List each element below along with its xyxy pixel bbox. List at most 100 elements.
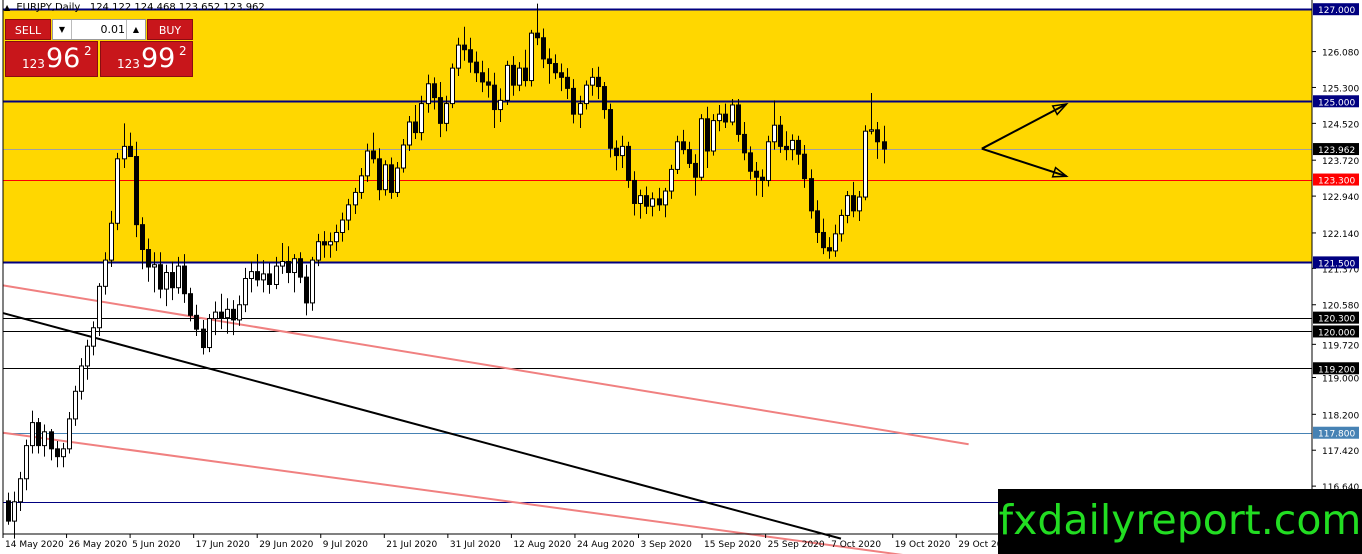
candle-body — [863, 130, 868, 198]
price-chart[interactable]: 127.650126.080125.300124.520123.720122.9… — [0, 0, 1362, 554]
candle-body — [322, 241, 327, 246]
candle-body — [547, 58, 552, 65]
x-tick-label: 21 Jul 2020 — [386, 540, 437, 550]
candle-body — [42, 431, 47, 447]
candle-body — [310, 259, 315, 304]
sell-price-box[interactable]: 123 96 2 — [5, 41, 98, 77]
x-tick-label: 14 May 2020 — [5, 540, 64, 550]
candle-body — [584, 84, 589, 105]
x-tick-label: 12 Aug 2020 — [513, 540, 571, 550]
candle-body — [194, 314, 199, 330]
level-label-text: 121.500 — [1318, 259, 1355, 269]
candle-body — [55, 448, 60, 458]
x-tick-label: 17 Jun 2020 — [196, 540, 250, 550]
candle-body — [687, 149, 692, 164]
candle-body — [146, 249, 151, 268]
candle-body — [675, 141, 680, 170]
candle-body — [705, 118, 710, 152]
candle-body — [523, 67, 528, 82]
candle-body — [736, 104, 741, 135]
candle-body — [280, 260, 285, 267]
candle-body — [407, 121, 412, 146]
candle-body — [644, 195, 649, 207]
candle-body — [353, 191, 358, 206]
candle-body — [158, 264, 163, 290]
candle-body — [632, 179, 637, 204]
candle-body — [784, 145, 789, 151]
lot-size-value[interactable]: 0.01 — [73, 20, 126, 39]
candle-body — [754, 170, 759, 178]
candle-body — [760, 176, 765, 181]
candle-body — [468, 49, 473, 63]
candle-body — [298, 258, 303, 278]
candle-body — [164, 272, 169, 290]
y-tick-label: 125.300 — [1322, 84, 1359, 94]
sell-price-pip: 2 — [84, 44, 92, 58]
candle-body — [328, 241, 333, 246]
candle-body — [152, 264, 157, 268]
y-tick-label: 118.200 — [1322, 411, 1359, 421]
candle-body — [608, 109, 613, 149]
candle-body — [438, 97, 443, 124]
candle-body — [383, 164, 388, 191]
candle-body — [590, 76, 595, 86]
candle-body — [565, 76, 570, 89]
collapse-triangle-icon[interactable]: ▲ — [4, 3, 10, 12]
buy-price-prefix: 123 — [117, 57, 140, 71]
candle-body — [395, 167, 400, 193]
candle-body — [24, 445, 29, 480]
y-tick-label: 124.520 — [1322, 120, 1359, 130]
watermark-logo: fxdailyreport.com — [998, 489, 1362, 554]
candle-body — [462, 44, 467, 51]
candle-body — [681, 141, 686, 151]
x-tick-label: 7 Oct 2020 — [831, 540, 881, 550]
symbol-label: EURJPY,Daily — [16, 2, 81, 13]
candle-body — [213, 311, 218, 320]
candle-body — [61, 448, 66, 458]
sell-button[interactable]: SELL — [5, 19, 51, 40]
candle-body — [377, 158, 382, 191]
candle-body — [772, 124, 777, 143]
candle-body — [188, 293, 193, 316]
candle-body — [498, 99, 503, 111]
y-tick-label: 122.140 — [1322, 230, 1359, 240]
candle-body — [255, 271, 260, 281]
candle-body — [18, 478, 23, 503]
candle-body — [802, 153, 807, 180]
candle-body — [389, 164, 394, 193]
candle-body — [231, 308, 236, 321]
lot-increase-icon[interactable]: ▲ — [126, 20, 145, 39]
candle-body — [401, 144, 406, 169]
candle-body — [833, 233, 838, 252]
lot-decrease-icon[interactable]: ▼ — [53, 20, 72, 39]
buy-price-box[interactable]: 123 99 2 — [100, 41, 193, 77]
candle-body — [30, 422, 35, 447]
buy-button[interactable]: BUY — [147, 19, 193, 40]
candle-body — [432, 83, 437, 99]
candle-body — [85, 345, 90, 367]
candle-body — [778, 124, 783, 147]
x-tick-label: 29 Jun 2020 — [259, 540, 313, 550]
candle-body — [851, 195, 856, 212]
candle-body — [450, 67, 455, 105]
candle-body — [274, 265, 279, 285]
candle-body — [304, 276, 309, 304]
buy-price-main: 99 — [141, 43, 176, 74]
x-tick-label: 15 Sep 2020 — [704, 540, 761, 550]
candle-body — [553, 63, 558, 74]
candle-body — [201, 328, 206, 349]
lot-size-stepper[interactable]: ▼ 0.01 ▲ — [52, 19, 146, 40]
candle-body — [170, 272, 175, 289]
candle-body — [596, 76, 601, 88]
candle-body — [869, 129, 874, 132]
candle-body — [249, 271, 254, 280]
candle-body — [650, 198, 655, 207]
candle-body — [182, 265, 187, 295]
level-label-text: 120.000 — [1318, 328, 1355, 338]
y-tick-label: 119.000 — [1322, 374, 1359, 384]
candle-body — [73, 390, 78, 420]
candle-body — [109, 222, 114, 261]
chart-header: ▲ EURJPY,Daily 124.122 124.468 123.652 1… — [4, 2, 265, 13]
candle-body — [845, 195, 850, 216]
candle-body — [97, 285, 102, 329]
